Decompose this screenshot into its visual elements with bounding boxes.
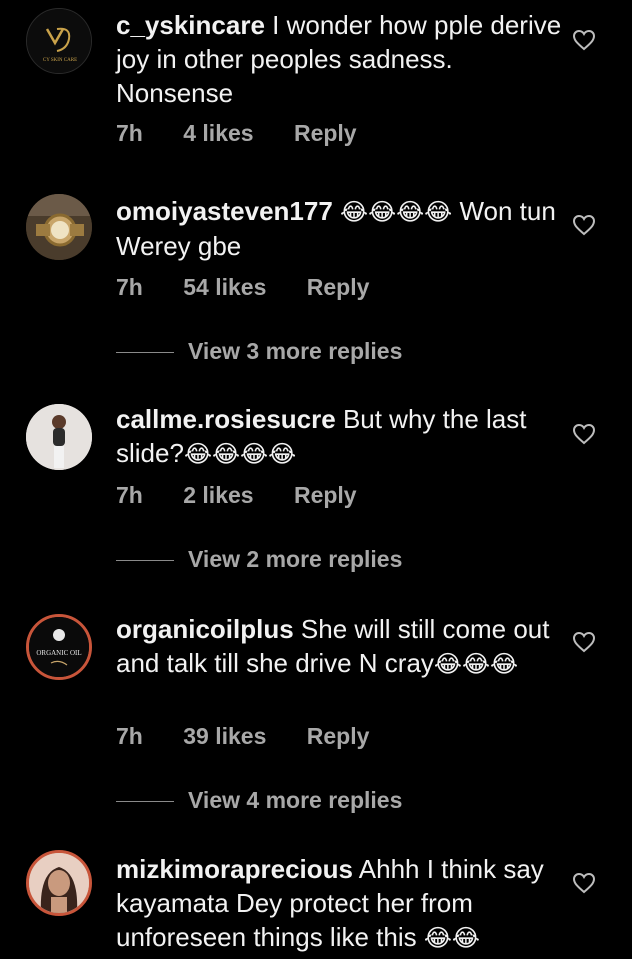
heart-outline-icon[interactable]: [572, 872, 596, 894]
avatar-mizkimoraprecious[interactable]: [26, 850, 92, 916]
comment-meta: 7h 4 likes Reply: [116, 120, 357, 147]
heart-outline-icon[interactable]: [572, 423, 596, 445]
likes-count[interactable]: 4 likes: [183, 120, 253, 147]
comment-meta: 7h 54 likes Reply: [116, 274, 369, 301]
time-label: 7h: [116, 274, 143, 300]
time-label: 7h: [116, 120, 143, 146]
person-photo-icon: [29, 853, 89, 913]
cy-logo-icon: CY SKIN CARE: [27, 9, 91, 73]
comment-text: mizkimoraprecious Ahhh I think say kayam…: [116, 852, 564, 955]
view-replies-label[interactable]: View 3 more replies: [188, 338, 402, 365]
reply-button[interactable]: Reply: [307, 274, 370, 301]
view-replies[interactable]: View 4 more replies: [116, 787, 516, 817]
username[interactable]: c_yskincare: [116, 10, 265, 40]
divider: [116, 560, 174, 561]
view-replies-label[interactable]: View 2 more replies: [188, 546, 402, 573]
username[interactable]: mizkimoraprecious: [116, 854, 353, 884]
avatar-organicoilplus[interactable]: ORGANIC OIL: [26, 614, 92, 680]
heart-outline-icon[interactable]: [572, 631, 596, 653]
comment-meta: 7h 39 likes Reply: [116, 723, 369, 750]
reply-button[interactable]: Reply: [307, 723, 370, 750]
time-label: 7h: [116, 482, 143, 508]
divider: [116, 801, 174, 802]
comment-text: organicoilplus She will still come out a…: [116, 612, 564, 681]
view-replies-label[interactable]: View 4 more replies: [188, 787, 402, 814]
laughing-emoji: 😂😂😂😂: [183, 440, 297, 468]
reply-button[interactable]: Reply: [294, 120, 357, 147]
heart-outline-icon[interactable]: [572, 214, 596, 236]
likes-count[interactable]: 39 likes: [183, 723, 266, 750]
avatar-omoiyasteven177[interactable]: [26, 194, 92, 260]
avatar-c_yskincare[interactable]: CY SKIN CARE: [26, 8, 92, 74]
username[interactable]: callme.rosiesucre: [116, 404, 336, 434]
comment-text: omoiyasteven177 😂😂😂😂 Won tun Werey gbe: [116, 194, 564, 263]
view-replies[interactable]: View 3 more replies: [116, 338, 516, 368]
laughing-emoji: 😂😂😂: [433, 650, 519, 678]
username[interactable]: organicoilplus: [116, 614, 294, 644]
svg-text:ORGANIC OIL: ORGANIC OIL: [36, 649, 81, 657]
reply-button[interactable]: Reply: [294, 482, 357, 509]
laughing-emoji: 😂😂: [423, 924, 480, 952]
comment-meta: 7h 2 likes Reply: [116, 482, 357, 509]
avatar-callme.rosiesucre[interactable]: [26, 404, 92, 470]
likes-count[interactable]: 54 likes: [183, 274, 266, 301]
view-replies[interactable]: View 2 more replies: [116, 546, 516, 576]
watch-photo-icon: [26, 194, 92, 260]
time-label: 7h: [116, 723, 143, 749]
comment-text: callme.rosiesucre But why the last slide…: [116, 402, 564, 471]
organic-oil-logo-icon: ORGANIC OIL: [29, 617, 89, 677]
username[interactable]: omoiyasteven177: [116, 196, 333, 226]
svg-text:CY SKIN CARE: CY SKIN CARE: [43, 58, 77, 63]
comment-text: c_yskincare I wonder how pple derive joy…: [116, 8, 564, 110]
person-photo-icon: [26, 404, 92, 470]
likes-count[interactable]: 2 likes: [183, 482, 253, 509]
heart-outline-icon[interactable]: [572, 29, 596, 51]
divider: [116, 352, 174, 353]
laughing-emoji: 😂😂😂😂: [340, 198, 453, 226]
